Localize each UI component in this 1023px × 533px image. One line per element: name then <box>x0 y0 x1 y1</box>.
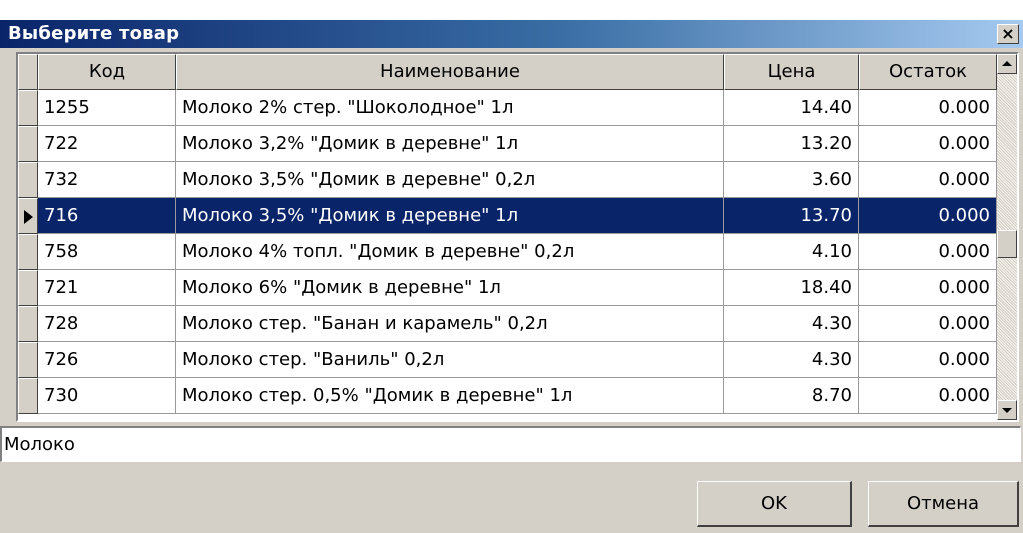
row-indicator[interactable] <box>18 198 38 234</box>
row-indicator[interactable] <box>18 90 38 126</box>
close-icon: × <box>1001 24 1015 43</box>
window-title: Выберите товар <box>8 23 180 44</box>
cell-name[interactable]: Молоко стер. "Ваниль" 0,2л <box>176 342 724 378</box>
cell-stock[interactable]: 0.000 <box>859 162 997 198</box>
cell-name[interactable]: Молоко стер. "Банан и карамель" 0,2л <box>176 306 724 342</box>
column-header-code[interactable]: Код <box>38 54 176 90</box>
table-row[interactable]: 730 Молоко стер. 0,5% "Домик в деревне" 1… <box>18 378 997 414</box>
top-strip <box>0 0 1023 20</box>
cell-price[interactable]: 4.10 <box>724 234 859 270</box>
cell-price[interactable]: 13.70 <box>724 198 859 234</box>
row-indicator[interactable] <box>18 342 38 378</box>
select-product-dialog: Выберите товар × Код Наименование Цена Оста… <box>0 0 1023 533</box>
current-row-arrow-icon <box>24 210 33 224</box>
ok-button[interactable]: OK <box>697 481 852 527</box>
cell-price[interactable]: 18.40 <box>724 270 859 306</box>
table-row[interactable]: 721 Молоко 6% "Домик в деревне" 1л 18.40 0.… <box>18 270 997 306</box>
table-row[interactable]: 728 Молоко стер. "Банан и карамель" 0,2л 4… <box>18 306 997 342</box>
cell-stock[interactable]: 0.000 <box>859 198 997 234</box>
header-corner <box>18 54 38 90</box>
row-indicator[interactable] <box>18 378 38 414</box>
cell-name[interactable]: Молоко 6% "Домик в деревне" 1л <box>176 270 724 306</box>
table-row[interactable]: 722 Молоко 3,2% "Домик в деревне" 1л 13.20… <box>18 126 997 162</box>
cell-code[interactable]: 728 <box>38 306 176 342</box>
cell-stock[interactable]: 0.000 <box>859 270 997 306</box>
cell-stock[interactable]: 0.000 <box>859 342 997 378</box>
cancel-button[interactable]: Отмена <box>868 481 1019 527</box>
cell-stock[interactable]: 0.000 <box>859 378 997 414</box>
table-row[interactable]: 726 Молоко стер. "Ваниль" 0,2л 4.30 0.000 <box>18 342 997 378</box>
table-row[interactable]: 1255 Молоко 2% стер. "Шоколодное" 1л 14.40… <box>18 90 997 126</box>
scroll-thumb[interactable] <box>997 230 1017 258</box>
arrow-up-icon <box>1002 61 1012 66</box>
cell-stock[interactable]: 0.000 <box>859 306 997 342</box>
table-row[interactable]: 758 Молоко 4% топл. "Домик в деревне" 0,2… <box>18 234 997 270</box>
scroll-up-button[interactable] <box>997 54 1017 74</box>
cell-price[interactable]: 4.30 <box>724 342 859 378</box>
cell-stock[interactable]: 0.000 <box>859 126 997 162</box>
cell-name[interactable]: Молоко стер. 0,5% "Домик в деревне" 1л <box>176 378 724 414</box>
cell-name[interactable]: Молоко 4% топл. "Домик в деревне" 0,2л <box>176 234 724 270</box>
cell-code[interactable]: 730 <box>38 378 176 414</box>
cell-name[interactable]: Молоко 3,5% "Домик в деревне" 1л <box>176 198 724 234</box>
cell-price[interactable]: 14.40 <box>724 90 859 126</box>
cell-code[interactable]: 722 <box>38 126 176 162</box>
column-header-stock[interactable]: Остаток <box>859 54 997 90</box>
column-header-name[interactable]: Наименование <box>176 54 724 90</box>
cell-name[interactable]: Молоко 3,5% "Домик в деревне" 0,2л <box>176 162 724 198</box>
cell-code[interactable]: 758 <box>38 234 176 270</box>
cell-code[interactable]: 721 <box>38 270 176 306</box>
column-header-price[interactable]: Цена <box>724 54 859 90</box>
cell-name[interactable]: Молоко 2% стер. "Шоколодное" 1л <box>176 90 724 126</box>
row-indicator[interactable] <box>18 162 38 198</box>
row-indicator[interactable] <box>18 270 38 306</box>
cell-price[interactable]: 13.20 <box>724 126 859 162</box>
title-bar[interactable]: Выберите товар × <box>0 20 1023 48</box>
row-indicator[interactable] <box>18 306 38 342</box>
search-input[interactable] <box>0 426 1021 462</box>
scroll-down-button[interactable] <box>997 400 1017 420</box>
cell-code[interactable]: 716 <box>38 198 176 234</box>
arrow-down-icon <box>1002 408 1012 413</box>
product-grid: Код Наименование Цена Остаток 1255 Молоко 2%… <box>16 52 1019 422</box>
cell-stock[interactable]: 0.000 <box>859 234 997 270</box>
cell-code[interactable]: 1255 <box>38 90 176 126</box>
close-button[interactable]: × <box>997 24 1019 44</box>
vertical-scrollbar[interactable] <box>997 54 1017 420</box>
table-row[interactable]: 732 Молоко 3,5% "Домик в деревне" 0,2л 3.6… <box>18 162 997 198</box>
row-indicator[interactable] <box>18 234 38 270</box>
table-row[interactable]: 716 Молоко 3,5% "Домик в деревне" 1л 13.70… <box>18 198 997 234</box>
row-indicator[interactable] <box>18 126 38 162</box>
cell-stock[interactable]: 0.000 <box>859 90 997 126</box>
cell-name[interactable]: Молоко 3,2% "Домик в деревне" 1л <box>176 126 724 162</box>
cell-price[interactable]: 8.70 <box>724 378 859 414</box>
cell-code[interactable]: 726 <box>38 342 176 378</box>
cell-code[interactable]: 732 <box>38 162 176 198</box>
cell-price[interactable]: 4.30 <box>724 306 859 342</box>
cell-price[interactable]: 3.60 <box>724 162 859 198</box>
